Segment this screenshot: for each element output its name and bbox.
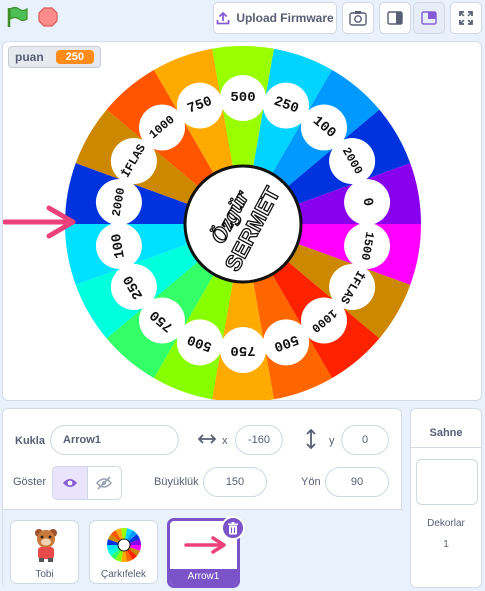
upload-firmware-button[interactable]: Upload Firmware (213, 2, 337, 34)
green-flag-icon[interactable] (6, 6, 28, 28)
large-stage-icon (421, 11, 437, 25)
hide-button[interactable] (88, 467, 122, 499)
stage-selector-divider (411, 447, 481, 448)
stop-icon[interactable] (38, 7, 58, 27)
sprite-list: Tobi Çarkıfelek Arrow1 (3, 509, 403, 589)
tobi-thumbnail (35, 529, 57, 562)
direction-label: Yön (301, 476, 321, 488)
trash-icon (228, 521, 238, 534)
wheel-segment-label: 500 (230, 90, 255, 106)
wheel-segment-label: 750 (230, 342, 255, 358)
size-label: Büyüklük (154, 476, 199, 488)
sprite-tile-name: Tobi (35, 569, 54, 580)
small-stage-icon (387, 11, 403, 25)
y-arrows-icon (306, 429, 316, 449)
x-label: x (222, 435, 228, 447)
carkifelek-thumbnail (107, 528, 141, 562)
fullscreen-button[interactable] (450, 2, 482, 34)
y-label: y (329, 435, 335, 447)
upload-icon (216, 11, 230, 25)
direction-input[interactable]: 90 (325, 467, 389, 497)
size-input[interactable]: 150 (203, 467, 267, 497)
arrow-sprite[interactable] (3, 205, 76, 239)
show-button[interactable] (53, 467, 88, 499)
backdrops-count: 1 (443, 539, 449, 550)
sprite-name-label: Kukla (15, 435, 45, 447)
thumb-wheel-hub (117, 538, 131, 552)
top-toolbar: Upload Firmware (0, 0, 485, 38)
prize-wheel[interactable]: 250100200001500İFLAS10005007505007502501… (3, 42, 482, 401)
backdrops-label: Dekorlar (427, 518, 465, 529)
fullscreen-icon (459, 11, 473, 25)
sprite-info-panel: Kukla Arrow1 x -160 y 0 Göster Büyüklük … (2, 408, 403, 589)
large-stage-button[interactable] (413, 2, 445, 34)
eye-icon (62, 479, 77, 487)
show-label: Göster (13, 476, 47, 488)
small-stage-button[interactable] (379, 2, 411, 34)
sprite-tile-name: Arrow1 (170, 569, 237, 585)
delete-sprite-button[interactable] (221, 516, 245, 540)
stage-thumbnail[interactable] (416, 459, 478, 505)
sprite-tile-carkifelek[interactable]: Çarkıfelek (89, 520, 158, 584)
sprite-name-input[interactable]: Arrow1 (50, 425, 179, 455)
camera-icon (349, 11, 367, 26)
x-arrows-icon (198, 434, 216, 444)
arrow1-thumbnail (184, 536, 226, 554)
upload-firmware-label: Upload Firmware (236, 11, 334, 25)
x-position-input[interactable]: -160 (235, 425, 283, 455)
y-position-input[interactable]: 0 (341, 425, 389, 455)
stage-selector-title: Sahne (429, 427, 463, 439)
visibility-toggle (52, 466, 122, 500)
sprite-tile-tobi[interactable]: Tobi (10, 520, 79, 584)
camera-button[interactable] (342, 2, 374, 34)
sprite-tile-name: Çarkıfelek (100, 569, 146, 580)
sprite-properties: Kukla Arrow1 x -160 y 0 Göster Büyüklük … (3, 409, 403, 509)
stage-canvas[interactable]: puan 250 250 100 2000 0 1500 İFLAS 1000 500 750 5… (2, 41, 482, 401)
stage-selector-panel[interactable]: Sahne Dekorlar 1 (410, 408, 482, 588)
eye-off-icon (96, 476, 113, 490)
